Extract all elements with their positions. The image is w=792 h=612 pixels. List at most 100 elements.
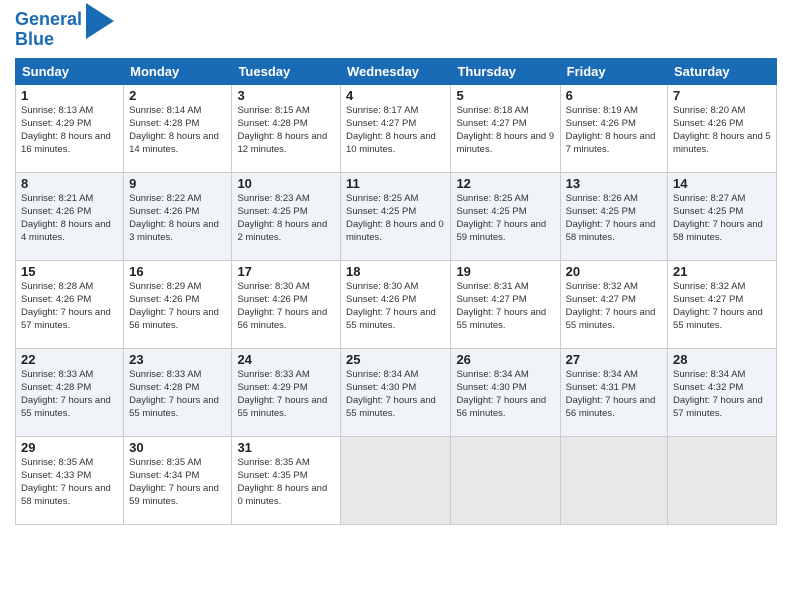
calendar-week-3: 15Sunrise: 8:28 AMSunset: 4:26 PMDayligh… (16, 260, 777, 348)
day-number: 15 (21, 264, 118, 279)
cell-info: Sunrise: 8:34 AMSunset: 4:32 PMDaylight:… (673, 368, 771, 421)
calendar-cell: 2Sunrise: 8:14 AMSunset: 4:28 PMDaylight… (124, 84, 232, 172)
calendar-cell: 21Sunrise: 8:32 AMSunset: 4:27 PMDayligh… (668, 260, 777, 348)
calendar-cell: 31Sunrise: 8:35 AMSunset: 4:35 PMDayligh… (232, 436, 341, 524)
day-number: 27 (566, 352, 662, 367)
weekday-header-friday: Friday (560, 58, 667, 84)
day-number: 13 (566, 176, 662, 191)
day-number: 3 (237, 88, 335, 103)
cell-info: Sunrise: 8:18 AMSunset: 4:27 PMDaylight:… (456, 104, 554, 157)
day-number: 23 (129, 352, 226, 367)
calendar-cell: 27Sunrise: 8:34 AMSunset: 4:31 PMDayligh… (560, 348, 667, 436)
day-number: 9 (129, 176, 226, 191)
cell-info: Sunrise: 8:32 AMSunset: 4:27 PMDaylight:… (673, 280, 771, 333)
cell-info: Sunrise: 8:35 AMSunset: 4:33 PMDaylight:… (21, 456, 118, 509)
cell-info: Sunrise: 8:25 AMSunset: 4:25 PMDaylight:… (346, 192, 445, 245)
calendar-cell: 13Sunrise: 8:26 AMSunset: 4:25 PMDayligh… (560, 172, 667, 260)
calendar-cell: 4Sunrise: 8:17 AMSunset: 4:27 PMDaylight… (341, 84, 451, 172)
calendar-week-1: 1Sunrise: 8:13 AMSunset: 4:29 PMDaylight… (16, 84, 777, 172)
day-number: 4 (346, 88, 445, 103)
calendar-cell: 24Sunrise: 8:33 AMSunset: 4:29 PMDayligh… (232, 348, 341, 436)
cell-info: Sunrise: 8:28 AMSunset: 4:26 PMDaylight:… (21, 280, 118, 333)
cell-info: Sunrise: 8:30 AMSunset: 4:26 PMDaylight:… (237, 280, 335, 333)
cell-info: Sunrise: 8:26 AMSunset: 4:25 PMDaylight:… (566, 192, 662, 245)
logo: GeneralBlue (15, 10, 114, 50)
cell-info: Sunrise: 8:22 AMSunset: 4:26 PMDaylight:… (129, 192, 226, 245)
cell-info: Sunrise: 8:13 AMSunset: 4:29 PMDaylight:… (21, 104, 118, 157)
calendar-cell: 15Sunrise: 8:28 AMSunset: 4:26 PMDayligh… (16, 260, 124, 348)
day-number: 30 (129, 440, 226, 455)
day-number: 14 (673, 176, 771, 191)
day-number: 29 (21, 440, 118, 455)
cell-info: Sunrise: 8:29 AMSunset: 4:26 PMDaylight:… (129, 280, 226, 333)
calendar-week-4: 22Sunrise: 8:33 AMSunset: 4:28 PMDayligh… (16, 348, 777, 436)
cell-info: Sunrise: 8:21 AMSunset: 4:26 PMDaylight:… (21, 192, 118, 245)
weekday-header-monday: Monday (124, 58, 232, 84)
calendar-cell (560, 436, 667, 524)
calendar-cell: 3Sunrise: 8:15 AMSunset: 4:28 PMDaylight… (232, 84, 341, 172)
cell-info: Sunrise: 8:31 AMSunset: 4:27 PMDaylight:… (456, 280, 554, 333)
day-number: 20 (566, 264, 662, 279)
cell-info: Sunrise: 8:30 AMSunset: 4:26 PMDaylight:… (346, 280, 445, 333)
calendar-cell: 28Sunrise: 8:34 AMSunset: 4:32 PMDayligh… (668, 348, 777, 436)
calendar-cell: 8Sunrise: 8:21 AMSunset: 4:26 PMDaylight… (16, 172, 124, 260)
calendar-cell: 17Sunrise: 8:30 AMSunset: 4:26 PMDayligh… (232, 260, 341, 348)
calendar-cell (341, 436, 451, 524)
calendar-table: SundayMondayTuesdayWednesdayThursdayFrid… (15, 58, 777, 525)
calendar-cell (451, 436, 560, 524)
cell-info: Sunrise: 8:35 AMSunset: 4:34 PMDaylight:… (129, 456, 226, 509)
weekday-header-thursday: Thursday (451, 58, 560, 84)
calendar-cell (668, 436, 777, 524)
calendar-week-5: 29Sunrise: 8:35 AMSunset: 4:33 PMDayligh… (16, 436, 777, 524)
cell-info: Sunrise: 8:32 AMSunset: 4:27 PMDaylight:… (566, 280, 662, 333)
cell-info: Sunrise: 8:19 AMSunset: 4:26 PMDaylight:… (566, 104, 662, 157)
day-number: 22 (21, 352, 118, 367)
calendar-week-2: 8Sunrise: 8:21 AMSunset: 4:26 PMDaylight… (16, 172, 777, 260)
weekday-header-sunday: Sunday (16, 58, 124, 84)
calendar-cell: 5Sunrise: 8:18 AMSunset: 4:27 PMDaylight… (451, 84, 560, 172)
calendar-cell: 14Sunrise: 8:27 AMSunset: 4:25 PMDayligh… (668, 172, 777, 260)
cell-info: Sunrise: 8:33 AMSunset: 4:28 PMDaylight:… (129, 368, 226, 421)
cell-info: Sunrise: 8:17 AMSunset: 4:27 PMDaylight:… (346, 104, 445, 157)
day-number: 6 (566, 88, 662, 103)
cell-info: Sunrise: 8:20 AMSunset: 4:26 PMDaylight:… (673, 104, 771, 157)
cell-info: Sunrise: 8:35 AMSunset: 4:35 PMDaylight:… (237, 456, 335, 509)
day-number: 26 (456, 352, 554, 367)
cell-info: Sunrise: 8:34 AMSunset: 4:31 PMDaylight:… (566, 368, 662, 421)
day-number: 8 (21, 176, 118, 191)
calendar-cell: 1Sunrise: 8:13 AMSunset: 4:29 PMDaylight… (16, 84, 124, 172)
calendar-cell: 6Sunrise: 8:19 AMSunset: 4:26 PMDaylight… (560, 84, 667, 172)
cell-info: Sunrise: 8:33 AMSunset: 4:28 PMDaylight:… (21, 368, 118, 421)
calendar-cell: 23Sunrise: 8:33 AMSunset: 4:28 PMDayligh… (124, 348, 232, 436)
day-number: 31 (237, 440, 335, 455)
cell-info: Sunrise: 8:33 AMSunset: 4:29 PMDaylight:… (237, 368, 335, 421)
header: GeneralBlue (15, 10, 777, 50)
weekday-header-saturday: Saturday (668, 58, 777, 84)
weekday-header-tuesday: Tuesday (232, 58, 341, 84)
day-number: 18 (346, 264, 445, 279)
cell-info: Sunrise: 8:27 AMSunset: 4:25 PMDaylight:… (673, 192, 771, 245)
day-number: 21 (673, 264, 771, 279)
calendar-cell: 12Sunrise: 8:25 AMSunset: 4:25 PMDayligh… (451, 172, 560, 260)
calendar-cell: 9Sunrise: 8:22 AMSunset: 4:26 PMDaylight… (124, 172, 232, 260)
day-number: 5 (456, 88, 554, 103)
day-number: 25 (346, 352, 445, 367)
weekday-header-wednesday: Wednesday (341, 58, 451, 84)
day-number: 1 (21, 88, 118, 103)
calendar-cell: 22Sunrise: 8:33 AMSunset: 4:28 PMDayligh… (16, 348, 124, 436)
cell-info: Sunrise: 8:25 AMSunset: 4:25 PMDaylight:… (456, 192, 554, 245)
day-number: 28 (673, 352, 771, 367)
page: GeneralBlue SundayMondayTuesdayWednesday… (0, 0, 792, 612)
calendar-header-row: SundayMondayTuesdayWednesdayThursdayFrid… (16, 58, 777, 84)
calendar-cell: 10Sunrise: 8:23 AMSunset: 4:25 PMDayligh… (232, 172, 341, 260)
logo-text: GeneralBlue (15, 10, 82, 50)
day-number: 19 (456, 264, 554, 279)
calendar-cell: 7Sunrise: 8:20 AMSunset: 4:26 PMDaylight… (668, 84, 777, 172)
cell-info: Sunrise: 8:23 AMSunset: 4:25 PMDaylight:… (237, 192, 335, 245)
calendar-cell: 16Sunrise: 8:29 AMSunset: 4:26 PMDayligh… (124, 260, 232, 348)
calendar-cell: 11Sunrise: 8:25 AMSunset: 4:25 PMDayligh… (341, 172, 451, 260)
calendar-cell: 30Sunrise: 8:35 AMSunset: 4:34 PMDayligh… (124, 436, 232, 524)
day-number: 24 (237, 352, 335, 367)
cell-info: Sunrise: 8:34 AMSunset: 4:30 PMDaylight:… (346, 368, 445, 421)
calendar-cell: 26Sunrise: 8:34 AMSunset: 4:30 PMDayligh… (451, 348, 560, 436)
